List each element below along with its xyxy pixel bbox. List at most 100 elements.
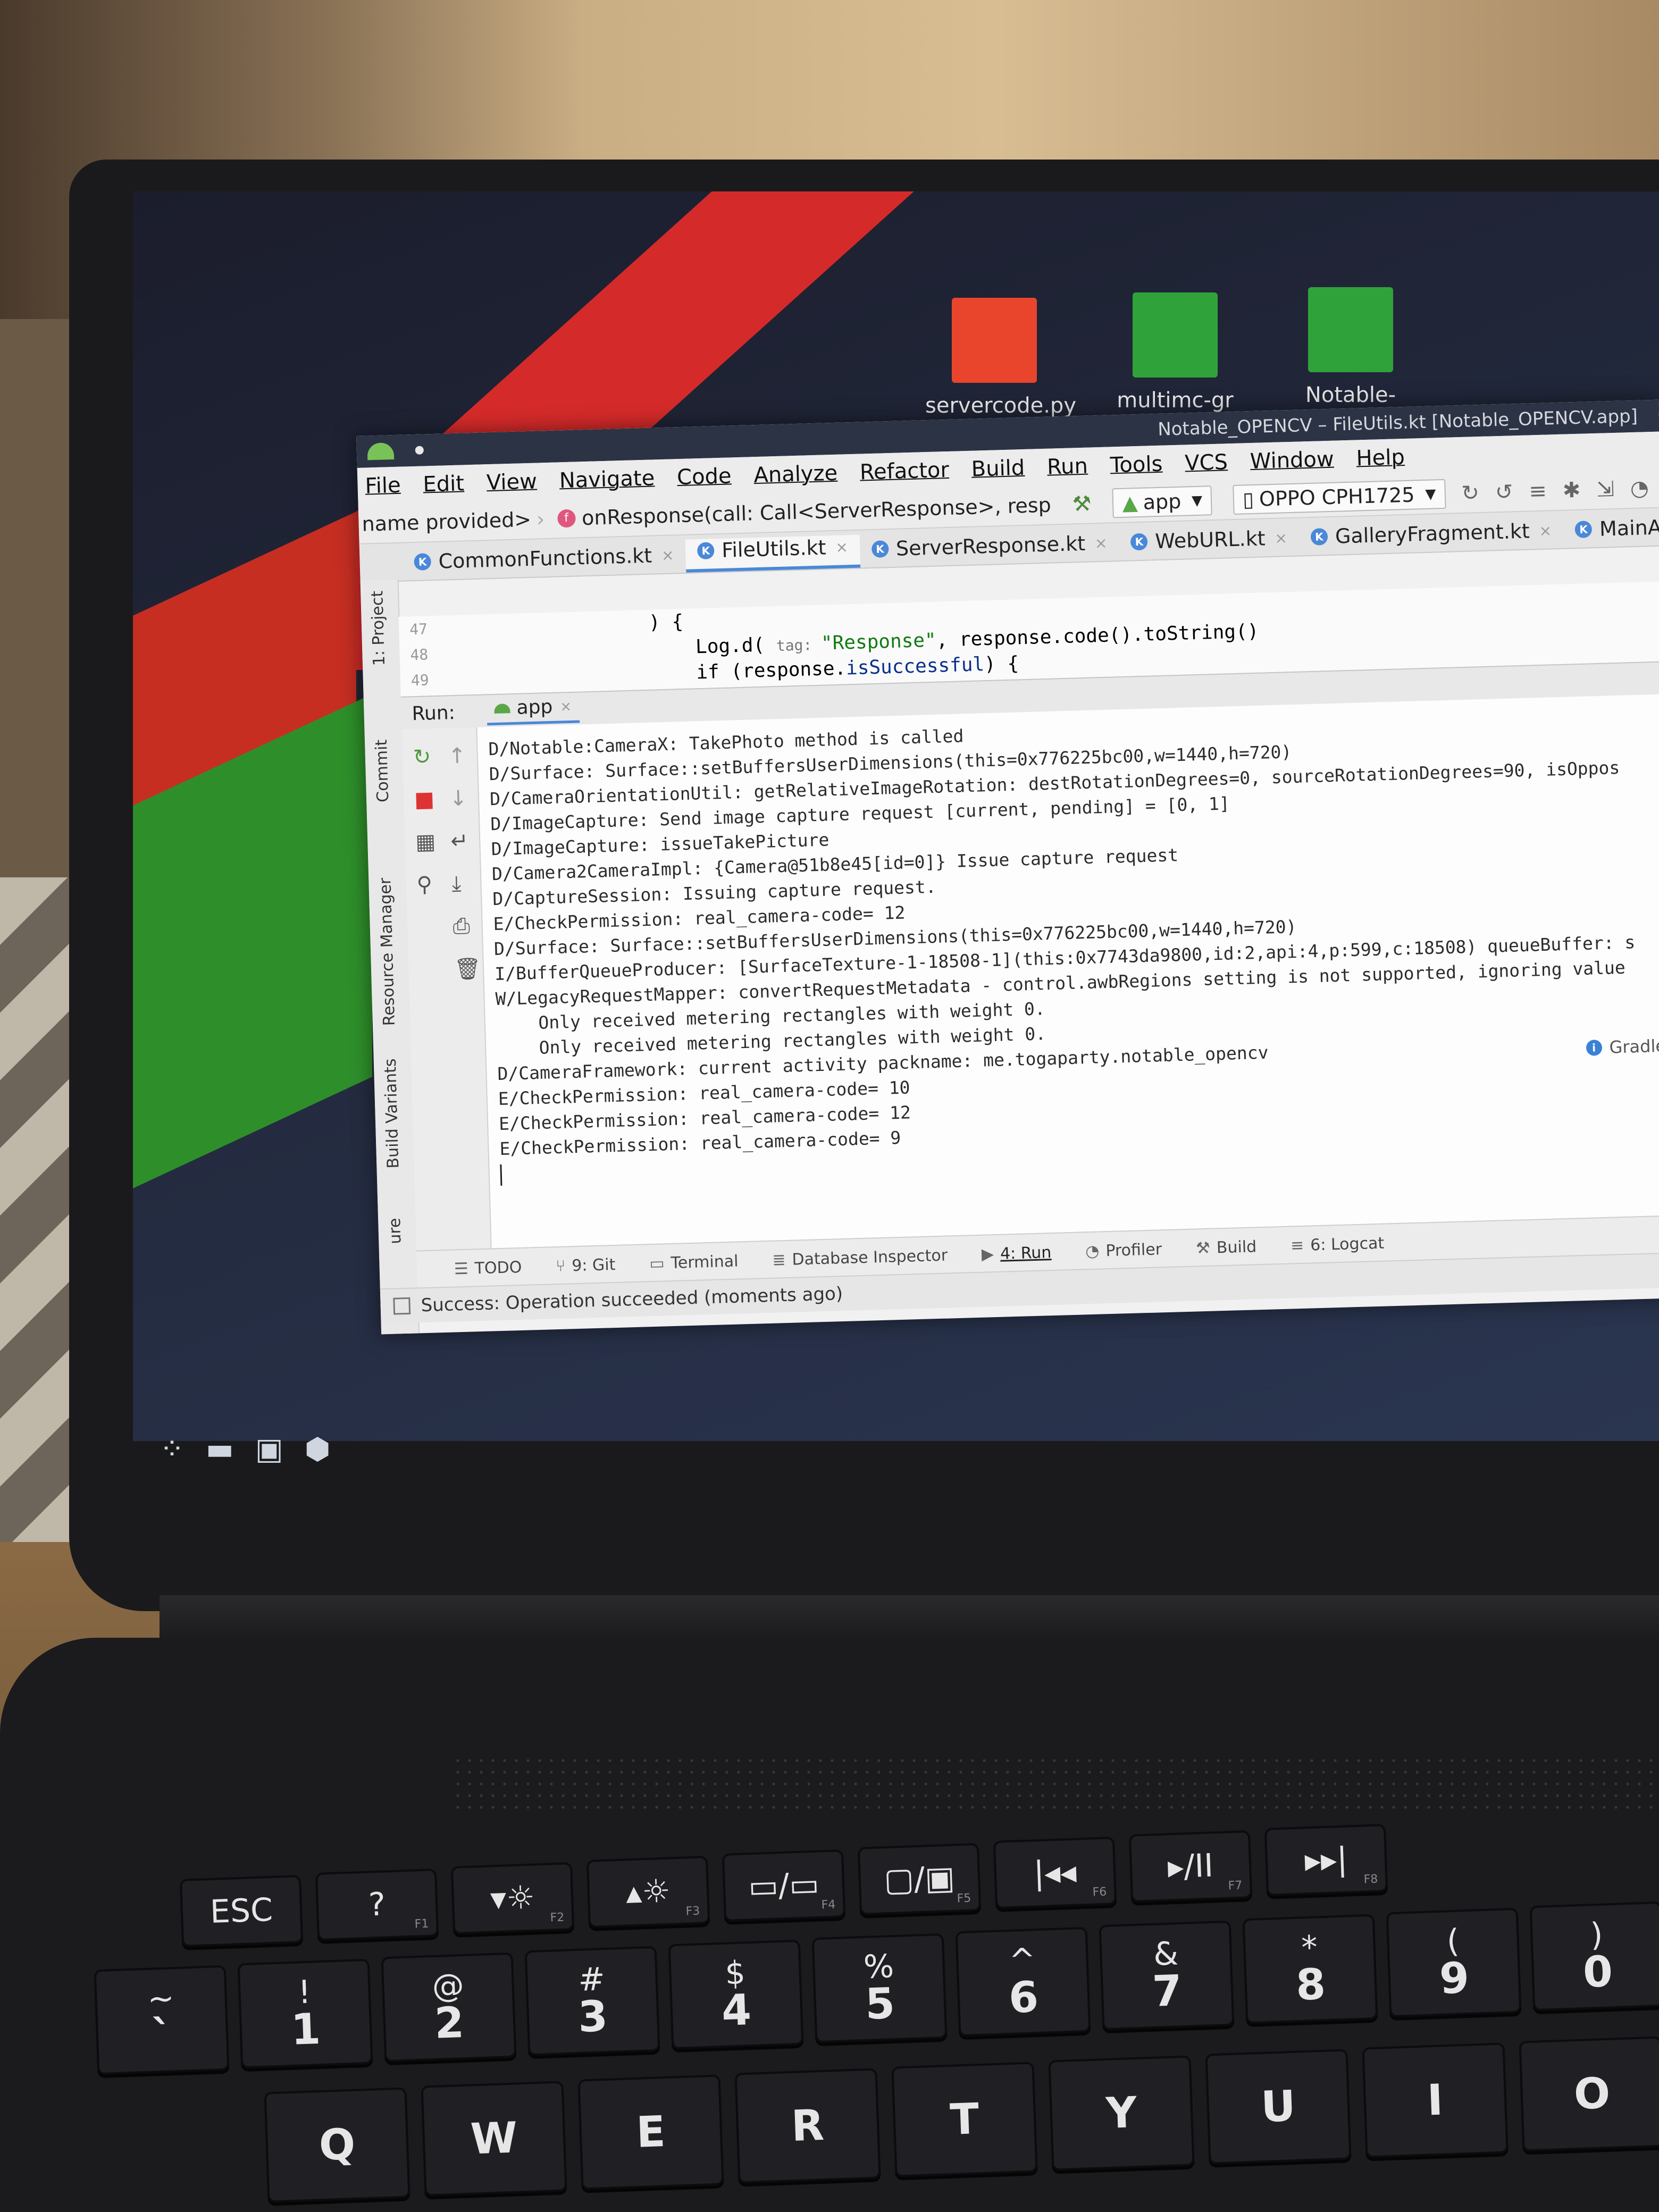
build-variants-tool-button[interactable]: Build Variants (381, 1058, 403, 1169)
key-fn-8[interactable]: ▸▸| F8 (1264, 1824, 1388, 1896)
key-num-4[interactable]: $4 (668, 1939, 804, 2050)
close-icon[interactable]: × (835, 538, 848, 556)
key-r[interactable]: R (734, 2068, 881, 2184)
key-t[interactable]: T (891, 2062, 1038, 2177)
ide-taskbar-icon[interactable]: ▣ (255, 1432, 283, 1467)
key-fn-1[interactable]: ? F1 (315, 1869, 439, 1941)
menu-navigate[interactable]: Navigate (559, 466, 655, 493)
package-taskbar-icon[interactable]: ⬢ (305, 1432, 331, 1467)
key-fn-0[interactable]: ESC (179, 1875, 304, 1947)
key-fn-7[interactable]: ▸/II F7 (1128, 1830, 1253, 1903)
apply-changes-icon[interactable]: ↺ (1495, 480, 1513, 505)
key-num-7[interactable]: & 7 (1099, 1920, 1235, 2031)
tool-window-todo[interactable]: ☰ TODO (454, 1258, 522, 1278)
coverage-icon[interactable]: ≡ (1529, 479, 1547, 504)
menu-code[interactable]: Code (677, 464, 732, 490)
key-num-1[interactable]: ! 1 (237, 1958, 373, 2069)
rerun-icon[interactable]: ↻ (1461, 481, 1480, 506)
close-icon[interactable]: × (1095, 534, 1108, 552)
menu-vcs[interactable]: VCS (1185, 450, 1228, 475)
close-icon[interactable]: × (661, 546, 674, 564)
key-num-6[interactable]: ^ 6 (955, 1926, 1091, 2037)
key-fn-4[interactable]: ▭/▭ F4 (722, 1849, 846, 1922)
key-i[interactable]: I (1362, 2042, 1509, 2158)
menu-edit[interactable]: Edit (423, 471, 465, 497)
commit-tool-button[interactable]: Commit (372, 739, 392, 802)
show-desktop-icon[interactable]: ▬ (206, 1432, 234, 1467)
key-q[interactable]: Q (264, 2087, 410, 2203)
editor-tab-mainactiv[interactable]: KMainActiv× (1563, 514, 1659, 548)
status-toggle-icon[interactable] (393, 1297, 411, 1315)
editor-tab-fileutils-kt[interactable]: K FileUtils.kt × (685, 534, 860, 573)
arrow-down-icon[interactable]: ↓ (449, 786, 467, 811)
key-u[interactable]: U (1205, 2049, 1352, 2165)
trash-icon[interactable]: 🗑 (454, 956, 481, 982)
editor-tab-galleryfragment-kt[interactable]: K GalleryFragment.kt × (1298, 518, 1564, 556)
tool-window-profiler[interactable]: ◔ Profiler (1085, 1240, 1162, 1261)
key-num-8[interactable]: * 8 (1242, 1914, 1378, 2024)
tool-window-9-git[interactable]: ⑂ 9: Git (556, 1255, 616, 1276)
breadcrumb-function[interactable]: onResponse(call: Call<ServerResponse>, r… (582, 493, 1052, 530)
tool-window-terminal[interactable]: ▭ Terminal (649, 1252, 739, 1273)
key-num-9[interactable]: (9 (1386, 1907, 1522, 2018)
key-y[interactable]: Y (1048, 2055, 1195, 2171)
arrow-up-icon[interactable]: ↑ (448, 743, 466, 768)
menu-view[interactable]: View (486, 470, 537, 496)
menu-refactor[interactable]: Refactor (859, 458, 949, 485)
key-label-top: ▸/II (1167, 1847, 1214, 1886)
key-fn-3[interactable]: ▴☼ F3 (586, 1856, 710, 1928)
menu-help[interactable]: Help (1356, 445, 1405, 471)
pin-icon[interactable]: ⚲ (416, 872, 433, 897)
key-num-`[interactable]: ~ ` (94, 1965, 230, 2075)
debug-icon[interactable]: ✱ (1562, 478, 1581, 503)
key-o[interactable]: O (1519, 2036, 1659, 2152)
desktop-icon-notable[interactable]: Notable- (1281, 287, 1420, 407)
structure-tool-button[interactable]: ure (386, 1218, 405, 1244)
project-tool-button[interactable]: 1: Project (368, 591, 389, 666)
print-icon[interactable]: ⎙ (453, 914, 470, 939)
desktop-icon-multimc[interactable]: multimc-gr (1106, 292, 1244, 413)
key-num-0[interactable]: ) 0 (1529, 1901, 1659, 2012)
menu-tools[interactable]: Tools (1110, 452, 1163, 478)
hammer-icon[interactable]: ⚒ (1072, 491, 1092, 516)
run-config-select[interactable]: ▲ app ▼ (1112, 485, 1212, 518)
key-num-5[interactable]: % 5 (811, 1933, 948, 2043)
scroll-to-end-icon[interactable]: ⤓ (451, 872, 462, 896)
editor-tab-commonfunctions-kt[interactable]: K CommonFunctions.kt × (402, 543, 686, 581)
menu-analyze[interactable]: Analyze (753, 461, 838, 488)
attach-debugger-icon[interactable]: ⇲ (1596, 477, 1615, 502)
run-tab-app[interactable]: app × (487, 695, 580, 726)
key-fn-5[interactable]: ▢/▣ F5 (857, 1843, 982, 1915)
close-icon[interactable]: × (1275, 529, 1287, 547)
tool-window-database-inspector[interactable]: ≣ Database Inspector (772, 1246, 948, 1269)
menu-build[interactable]: Build (971, 456, 1025, 482)
desktop-icon-servercode[interactable]: servercode.py (925, 298, 1076, 418)
key-fn-6[interactable]: |◂◂ F6 (993, 1837, 1117, 1909)
soft-wrap-icon[interactable]: ↵ (450, 828, 469, 853)
editor-tab-weburl-kt[interactable]: K WebURL.kt × (1119, 526, 1300, 560)
tool-window-build[interactable]: ⚒ Build (1195, 1237, 1256, 1258)
close-icon[interactable]: × (1539, 522, 1552, 540)
profile-icon[interactable]: ◔ (1630, 476, 1649, 501)
gradle-notification[interactable]: i Gradle (1574, 1032, 1659, 1062)
tool-window-6-logcat[interactable]: ≡ 6: Logcat (1291, 1234, 1385, 1255)
app-menu-icon[interactable]: ⁘ (160, 1432, 185, 1467)
resource-manager-tool-button[interactable]: Resource Manager (376, 877, 399, 1026)
device-select[interactable]: ▯ OPPO CPH1725 ▼ (1233, 479, 1446, 515)
key-e[interactable]: E (577, 2074, 724, 2190)
key-num-3[interactable]: #3 (524, 1946, 660, 2056)
close-icon[interactable]: × (560, 698, 572, 715)
key-num-2[interactable]: @2 (381, 1952, 517, 2063)
key-fn-2[interactable]: ▾☼ F2 (450, 1862, 575, 1934)
editor-tab-serverresponse-kt[interactable]: K ServerResponse.kt × (859, 531, 1119, 568)
menu-window[interactable]: Window (1250, 447, 1334, 474)
menu-file[interactable]: File (365, 473, 401, 499)
menu-run[interactable]: Run (1047, 454, 1088, 480)
layout-icon[interactable]: ▦ (415, 830, 436, 854)
key-w[interactable]: W (421, 2081, 567, 2197)
run-console-output[interactable]: D/Notable:CameraX: TakePhoto method is c… (477, 694, 1659, 1249)
rerun-icon[interactable]: ↻ (413, 744, 431, 769)
breadcrumb[interactable]: name provided> (358, 508, 532, 536)
tool-window-4-run[interactable]: ▶ 4: Run (981, 1243, 1051, 1264)
stop-icon[interactable]: ■ (414, 787, 435, 812)
